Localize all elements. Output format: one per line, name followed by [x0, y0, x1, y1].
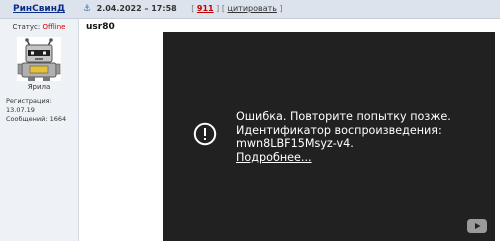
post-header-bar: РинСвинД ⚓ 2.04.2022 – 17:58 [ 911 ] [ ц…: [0, 0, 500, 19]
author-name-link[interactable]: РинСвинД: [0, 0, 78, 18]
post-info: ⚓ 2.04.2022 – 17:58 [ 911 ] [ цитировать…: [83, 0, 283, 18]
user-panel: Статус: Offline Ярила Регистрация: 13.07…: [0, 19, 79, 241]
video-error-message: Ошибка. Повторите попытку позже. Идентиф…: [236, 110, 486, 164]
user-rank: Ярила: [27, 83, 51, 91]
error-circle-icon: [193, 122, 217, 146]
status-label: Статус:: [12, 23, 41, 31]
post-date: 2.04.2022 – 17:58: [96, 4, 177, 13]
error-line-2: Идентификатор воспроизведения:: [236, 123, 442, 137]
message-count: Сообщений: 1664: [6, 115, 67, 123]
post-number-link[interactable]: 911: [197, 4, 214, 13]
bracket-close: ]: [279, 4, 283, 13]
anchor-icon[interactable]: ⚓: [83, 0, 91, 18]
bracket-close: ]: [216, 4, 220, 13]
quote-link[interactable]: цитировать: [228, 4, 277, 13]
bracket-open: [: [191, 4, 195, 13]
robot-avatar-icon: [17, 37, 61, 81]
video-player[interactable]: Ошибка. Повторите попытку позже. Идентиф…: [163, 32, 495, 241]
post-title: usr80: [86, 22, 115, 32]
user-meta: Регистрация: 13.07.19 Сообщений: 1664: [6, 97, 78, 124]
bracket-open: [: [221, 4, 225, 13]
registration-date: Регистрация: 13.07.19: [6, 97, 52, 114]
user-status: Статус: Offline: [0, 23, 78, 31]
youtube-logo-icon[interactable]: [467, 219, 487, 233]
error-line-3: mwn8LBF15Msyz-v4.: [236, 137, 354, 150]
more-info-link[interactable]: Подробнее...: [236, 151, 486, 165]
error-line-1: Ошибка. Повторите попытку позже.: [236, 110, 451, 123]
status-value: Offline: [42, 23, 66, 31]
